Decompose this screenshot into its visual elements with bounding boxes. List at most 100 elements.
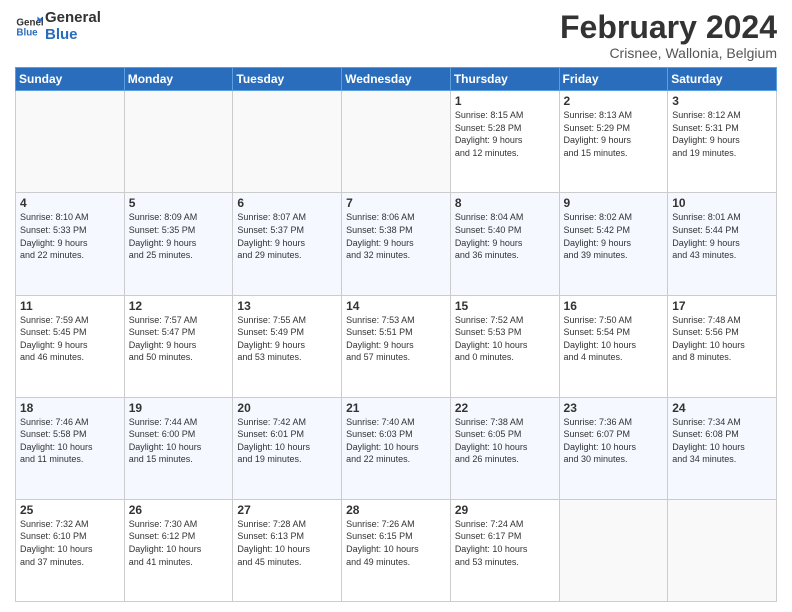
day-number: 7 [346, 196, 446, 210]
day-number: 5 [129, 196, 229, 210]
calendar-week-row: 25Sunrise: 7:32 AM Sunset: 6:10 PM Dayli… [16, 499, 777, 601]
calendar-cell: 2Sunrise: 8:13 AM Sunset: 5:29 PM Daylig… [559, 91, 668, 193]
calendar-cell: 18Sunrise: 7:46 AM Sunset: 5:58 PM Dayli… [16, 397, 125, 499]
day-number: 2 [564, 94, 664, 108]
day-number: 21 [346, 401, 446, 415]
day-info: Sunrise: 7:38 AM Sunset: 6:05 PM Dayligh… [455, 416, 555, 466]
weekday-header-thursday: Thursday [450, 68, 559, 91]
calendar-cell: 11Sunrise: 7:59 AM Sunset: 5:45 PM Dayli… [16, 295, 125, 397]
calendar-cell: 15Sunrise: 7:52 AM Sunset: 5:53 PM Dayli… [450, 295, 559, 397]
calendar-cell: 14Sunrise: 7:53 AM Sunset: 5:51 PM Dayli… [342, 295, 451, 397]
svg-text:Blue: Blue [16, 27, 38, 38]
day-info: Sunrise: 7:32 AM Sunset: 6:10 PM Dayligh… [20, 518, 120, 568]
calendar-cell [668, 499, 777, 601]
calendar-cell: 12Sunrise: 7:57 AM Sunset: 5:47 PM Dayli… [124, 295, 233, 397]
day-number: 17 [672, 299, 772, 313]
calendar-cell: 8Sunrise: 8:04 AM Sunset: 5:40 PM Daylig… [450, 193, 559, 295]
day-number: 20 [237, 401, 337, 415]
location-subtitle: Crisnee, Wallonia, Belgium [560, 45, 777, 61]
day-number: 6 [237, 196, 337, 210]
day-info: Sunrise: 7:52 AM Sunset: 5:53 PM Dayligh… [455, 314, 555, 364]
calendar-cell: 22Sunrise: 7:38 AM Sunset: 6:05 PM Dayli… [450, 397, 559, 499]
day-info: Sunrise: 7:48 AM Sunset: 5:56 PM Dayligh… [672, 314, 772, 364]
calendar-cell [342, 91, 451, 193]
calendar-cell [233, 91, 342, 193]
day-info: Sunrise: 7:36 AM Sunset: 6:07 PM Dayligh… [564, 416, 664, 466]
day-info: Sunrise: 8:06 AM Sunset: 5:38 PM Dayligh… [346, 211, 446, 261]
day-info: Sunrise: 8:10 AM Sunset: 5:33 PM Dayligh… [20, 211, 120, 261]
day-number: 1 [455, 94, 555, 108]
day-number: 23 [564, 401, 664, 415]
weekday-header-sunday: Sunday [16, 68, 125, 91]
day-number: 25 [20, 503, 120, 517]
calendar-cell [124, 91, 233, 193]
calendar-cell: 23Sunrise: 7:36 AM Sunset: 6:07 PM Dayli… [559, 397, 668, 499]
day-number: 13 [237, 299, 337, 313]
day-number: 12 [129, 299, 229, 313]
calendar-week-row: 11Sunrise: 7:59 AM Sunset: 5:45 PM Dayli… [16, 295, 777, 397]
calendar-header-row: SundayMondayTuesdayWednesdayThursdayFrid… [16, 68, 777, 91]
day-number: 11 [20, 299, 120, 313]
calendar-cell: 5Sunrise: 8:09 AM Sunset: 5:35 PM Daylig… [124, 193, 233, 295]
calendar-cell: 26Sunrise: 7:30 AM Sunset: 6:12 PM Dayli… [124, 499, 233, 601]
calendar-week-row: 4Sunrise: 8:10 AM Sunset: 5:33 PM Daylig… [16, 193, 777, 295]
day-info: Sunrise: 7:40 AM Sunset: 6:03 PM Dayligh… [346, 416, 446, 466]
calendar-cell: 20Sunrise: 7:42 AM Sunset: 6:01 PM Dayli… [233, 397, 342, 499]
calendar-cell: 19Sunrise: 7:44 AM Sunset: 6:00 PM Dayli… [124, 397, 233, 499]
weekday-header-friday: Friday [559, 68, 668, 91]
day-info: Sunrise: 7:34 AM Sunset: 6:08 PM Dayligh… [672, 416, 772, 466]
day-number: 26 [129, 503, 229, 517]
day-info: Sunrise: 7:55 AM Sunset: 5:49 PM Dayligh… [237, 314, 337, 364]
weekday-header-tuesday: Tuesday [233, 68, 342, 91]
calendar-cell: 21Sunrise: 7:40 AM Sunset: 6:03 PM Dayli… [342, 397, 451, 499]
calendar-cell [559, 499, 668, 601]
calendar-cell: 1Sunrise: 8:15 AM Sunset: 5:28 PM Daylig… [450, 91, 559, 193]
day-number: 10 [672, 196, 772, 210]
day-number: 29 [455, 503, 555, 517]
page: General Blue General Blue February 2024 … [0, 0, 792, 612]
logo-line2: Blue [45, 27, 101, 44]
day-info: Sunrise: 7:28 AM Sunset: 6:13 PM Dayligh… [237, 518, 337, 568]
weekday-header-monday: Monday [124, 68, 233, 91]
day-info: Sunrise: 7:42 AM Sunset: 6:01 PM Dayligh… [237, 416, 337, 466]
day-number: 15 [455, 299, 555, 313]
calendar-cell: 7Sunrise: 8:06 AM Sunset: 5:38 PM Daylig… [342, 193, 451, 295]
day-info: Sunrise: 7:44 AM Sunset: 6:00 PM Dayligh… [129, 416, 229, 466]
day-number: 14 [346, 299, 446, 313]
calendar-cell: 29Sunrise: 7:24 AM Sunset: 6:17 PM Dayli… [450, 499, 559, 601]
logo-line1: General [45, 10, 101, 27]
day-info: Sunrise: 8:04 AM Sunset: 5:40 PM Dayligh… [455, 211, 555, 261]
month-title: February 2024 [560, 10, 777, 45]
day-number: 24 [672, 401, 772, 415]
calendar-week-row: 1Sunrise: 8:15 AM Sunset: 5:28 PM Daylig… [16, 91, 777, 193]
calendar-cell: 25Sunrise: 7:32 AM Sunset: 6:10 PM Dayli… [16, 499, 125, 601]
day-number: 8 [455, 196, 555, 210]
day-info: Sunrise: 8:07 AM Sunset: 5:37 PM Dayligh… [237, 211, 337, 261]
day-info: Sunrise: 7:57 AM Sunset: 5:47 PM Dayligh… [129, 314, 229, 364]
logo-icon: General Blue [15, 13, 43, 41]
logo-wordmark: General Blue [45, 10, 101, 43]
day-number: 27 [237, 503, 337, 517]
calendar-cell: 9Sunrise: 8:02 AM Sunset: 5:42 PM Daylig… [559, 193, 668, 295]
day-number: 9 [564, 196, 664, 210]
calendar-cell: 4Sunrise: 8:10 AM Sunset: 5:33 PM Daylig… [16, 193, 125, 295]
day-number: 19 [129, 401, 229, 415]
day-info: Sunrise: 8:01 AM Sunset: 5:44 PM Dayligh… [672, 211, 772, 261]
day-number: 4 [20, 196, 120, 210]
header: General Blue General Blue February 2024 … [15, 10, 777, 61]
day-info: Sunrise: 7:59 AM Sunset: 5:45 PM Dayligh… [20, 314, 120, 364]
calendar-week-row: 18Sunrise: 7:46 AM Sunset: 5:58 PM Dayli… [16, 397, 777, 499]
day-number: 22 [455, 401, 555, 415]
day-info: Sunrise: 7:30 AM Sunset: 6:12 PM Dayligh… [129, 518, 229, 568]
calendar-table: SundayMondayTuesdayWednesdayThursdayFrid… [15, 67, 777, 602]
title-block: February 2024 Crisnee, Wallonia, Belgium [560, 10, 777, 61]
calendar-cell: 24Sunrise: 7:34 AM Sunset: 6:08 PM Dayli… [668, 397, 777, 499]
calendar-cell: 16Sunrise: 7:50 AM Sunset: 5:54 PM Dayli… [559, 295, 668, 397]
weekday-header-saturday: Saturday [668, 68, 777, 91]
day-info: Sunrise: 7:46 AM Sunset: 5:58 PM Dayligh… [20, 416, 120, 466]
weekday-header-wednesday: Wednesday [342, 68, 451, 91]
day-info: Sunrise: 8:09 AM Sunset: 5:35 PM Dayligh… [129, 211, 229, 261]
day-info: Sunrise: 8:15 AM Sunset: 5:28 PM Dayligh… [455, 109, 555, 159]
day-info: Sunrise: 8:12 AM Sunset: 5:31 PM Dayligh… [672, 109, 772, 159]
calendar-cell: 10Sunrise: 8:01 AM Sunset: 5:44 PM Dayli… [668, 193, 777, 295]
